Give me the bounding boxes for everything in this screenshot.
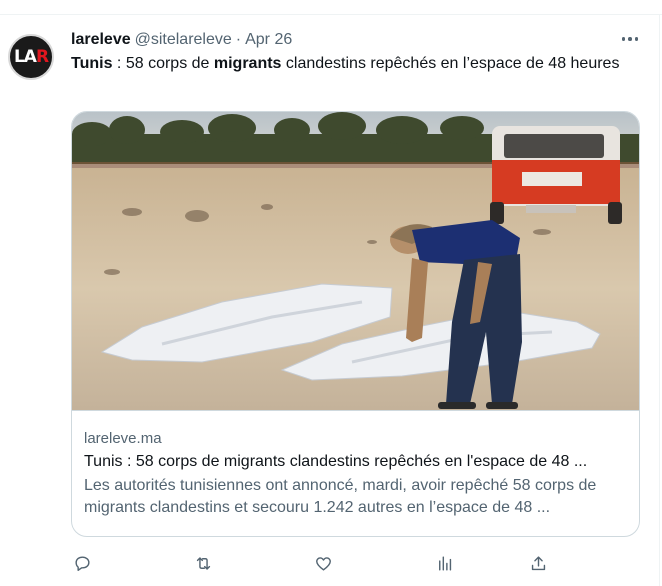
hashtag-tunis[interactable]: Tunis bbox=[71, 55, 112, 72]
display-name[interactable]: lareleve bbox=[71, 31, 131, 49]
tweet-date[interactable]: Apr 26 bbox=[245, 31, 292, 49]
user-handle[interactable]: @sitelareleve bbox=[135, 31, 232, 49]
card-body: lareleve.ma Tunis : 58 corps de migrants… bbox=[72, 410, 639, 519]
separator-dot: · bbox=[235, 31, 242, 48]
action-bar bbox=[0, 552, 662, 574]
reply-icon[interactable] bbox=[71, 552, 93, 574]
card-description: Les autorités tunisiennes ont annoncé, m… bbox=[84, 477, 597, 516]
share-icon[interactable] bbox=[527, 552, 549, 574]
top-divider bbox=[0, 14, 662, 15]
card-title[interactable]: Tunis : 58 corps de migrants clandestins… bbox=[84, 451, 627, 473]
like-icon[interactable] bbox=[312, 552, 334, 574]
hashtag-migrants[interactable]: migrants bbox=[214, 55, 282, 72]
views-icon[interactable] bbox=[433, 552, 455, 574]
tweet-text: Tunis : 58 corps de migrants clandestins… bbox=[71, 55, 620, 72]
link-card[interactable]: lareleve.ma Tunis : 58 corps de migrants… bbox=[71, 111, 640, 537]
more-options-icon[interactable] bbox=[618, 28, 642, 50]
card-image[interactable] bbox=[72, 112, 639, 410]
avatar[interactable]: LAR bbox=[8, 34, 54, 80]
tweet-header: lareleve @sitelareleve · Apr 26 bbox=[71, 30, 292, 50]
card-domain: lareleve.ma bbox=[84, 430, 162, 447]
right-divider bbox=[659, 14, 660, 586]
retweet-icon[interactable] bbox=[192, 552, 214, 574]
